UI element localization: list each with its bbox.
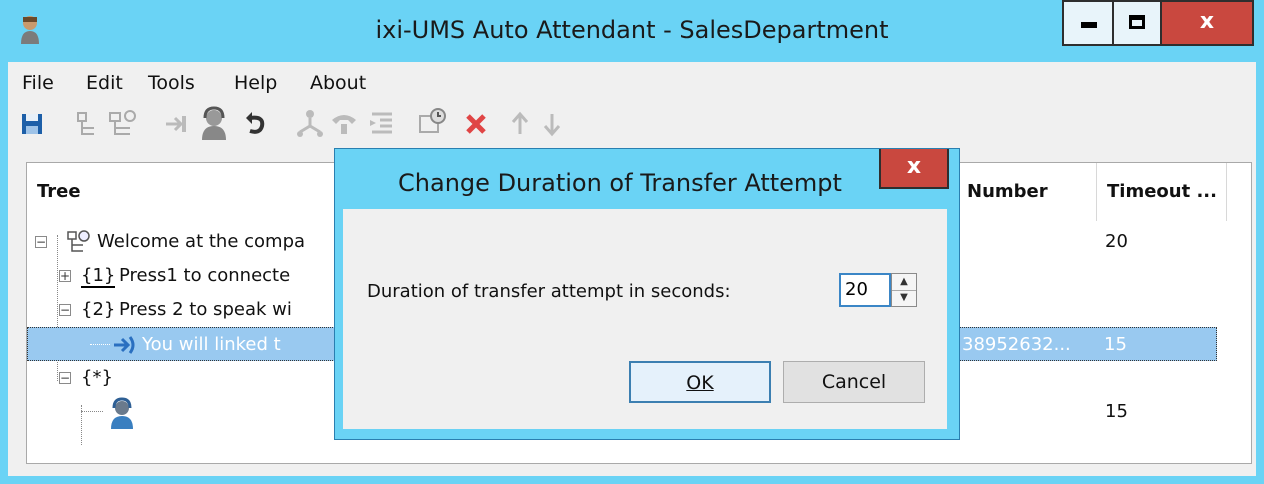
maximize-button[interactable] xyxy=(1112,0,1162,46)
collapse-icon[interactable]: − xyxy=(59,304,71,316)
expand-icon[interactable]: + xyxy=(59,270,71,282)
transfer-icon[interactable] xyxy=(158,104,194,144)
menu-tools[interactable]: Tools xyxy=(148,72,195,94)
row-key: {*} xyxy=(81,367,113,388)
menu-tree-icon xyxy=(67,230,90,252)
dialog-close-button[interactable]: x xyxy=(879,149,949,189)
duration-spinner[interactable]: ▲ ▼ xyxy=(891,273,917,307)
undo-icon[interactable] xyxy=(238,104,274,144)
title-bar[interactable]: ixi-UMS Auto Attendant - SalesDepartment… xyxy=(0,0,1264,62)
row-text: Welcome at the compa xyxy=(97,231,306,252)
menu-edit[interactable]: Edit xyxy=(86,72,123,94)
row-timeout: 15 xyxy=(1105,401,1128,422)
phone-icon[interactable] xyxy=(326,104,362,144)
ok-button[interactable]: OK xyxy=(629,361,771,403)
collapse-icon[interactable]: − xyxy=(35,236,47,248)
minimize-icon xyxy=(1081,22,1097,28)
cancel-button-label: Cancel xyxy=(821,371,887,393)
operator-icon xyxy=(111,397,133,429)
row-key: {2} xyxy=(81,299,116,320)
row-key-label: {1} xyxy=(81,265,116,288)
change-duration-dialog: Change Duration of Transfer Attempt x Du… xyxy=(334,148,960,440)
menu-bar: File Edit Tools Help About xyxy=(8,62,1256,102)
network-icon[interactable] xyxy=(292,104,328,144)
indent-icon[interactable] xyxy=(364,104,400,144)
dialog-title: Change Duration of Transfer Attempt xyxy=(398,169,842,197)
menu-about[interactable]: About xyxy=(310,72,366,94)
operator-icon[interactable] xyxy=(196,104,232,144)
collapse-icon[interactable]: − xyxy=(59,372,71,384)
tree-add-icon[interactable] xyxy=(70,104,106,144)
row-text: Press1 to connecte xyxy=(119,265,291,286)
dialog-body: Duration of transfer attempt in seconds:… xyxy=(343,209,947,429)
row-number: 38952632... xyxy=(962,334,1071,355)
ok-button-label: OK xyxy=(686,372,714,394)
toolbar xyxy=(8,104,1256,148)
row-timeout: 15 xyxy=(1104,334,1127,355)
row-timeout: 20 xyxy=(1105,231,1128,252)
tree-node-icon[interactable] xyxy=(104,104,140,144)
tree-line xyxy=(90,344,110,345)
row-key: {1} xyxy=(81,259,116,293)
arrow-down-icon[interactable] xyxy=(534,104,570,144)
delete-icon[interactable] xyxy=(458,104,494,144)
menu-help[interactable]: Help xyxy=(234,72,277,94)
minimize-button[interactable] xyxy=(1062,0,1114,46)
transfer-icon xyxy=(114,336,135,354)
duration-input[interactable]: 20 xyxy=(839,273,891,307)
chevron-down-icon[interactable]: ▼ xyxy=(892,290,916,306)
maximize-icon xyxy=(1129,15,1145,29)
duration-label: Duration of transfer attempt in seconds: xyxy=(367,281,731,302)
tree-line xyxy=(81,411,103,412)
close-button[interactable]: x xyxy=(1160,0,1254,46)
row-text: You will linked t xyxy=(142,334,281,355)
arrow-up-icon[interactable] xyxy=(502,104,538,144)
column-header-timeout[interactable]: Timeout ... xyxy=(1097,163,1227,221)
save-icon[interactable] xyxy=(14,104,50,144)
row-text: Press 2 to speak wi xyxy=(119,299,292,320)
schedule-icon[interactable] xyxy=(414,104,450,144)
column-header-number[interactable]: Number xyxy=(957,163,1097,221)
cancel-button[interactable]: Cancel xyxy=(783,361,925,403)
menu-file[interactable]: File xyxy=(22,72,54,94)
chevron-up-icon[interactable]: ▲ xyxy=(892,274,916,291)
main-window: ixi-UMS Auto Attendant - SalesDepartment… xyxy=(0,0,1264,484)
